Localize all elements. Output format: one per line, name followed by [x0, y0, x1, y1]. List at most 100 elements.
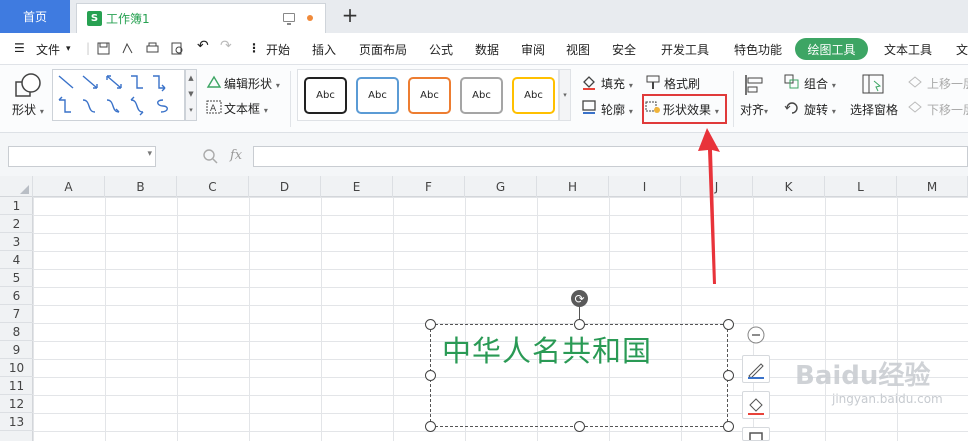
row-header[interactable]: 2	[0, 215, 33, 233]
row-header[interactable]: 10	[0, 359, 33, 377]
row-header[interactable]: 7	[0, 305, 33, 323]
float-outline-button[interactable]	[742, 355, 770, 383]
float-fill-button[interactable]	[742, 391, 770, 419]
new-tab-plus-icon[interactable]: +	[340, 5, 360, 25]
menu-page-layout[interactable]: 页面布局	[359, 41, 407, 58]
menu-home[interactable]: 开始	[266, 41, 290, 58]
undo-icon[interactable]: ↶	[197, 38, 209, 54]
export-icon[interactable]	[121, 42, 134, 55]
rotate-button[interactable]: 旋转 ▾	[804, 101, 836, 118]
column-header[interactable]: B	[105, 176, 177, 197]
resize-handle-bottom-right[interactable]	[723, 421, 734, 432]
column-header[interactable]: I	[609, 176, 681, 197]
row-header[interactable]: 9	[0, 341, 33, 359]
shape-style-1[interactable]: Abc	[304, 77, 347, 114]
column-header[interactable]: M	[897, 176, 968, 197]
shape-style-4[interactable]: Abc	[460, 77, 503, 114]
resize-handle-right[interactable]	[723, 370, 734, 381]
row-header[interactable]: 1	[0, 197, 33, 215]
menu-security[interactable]: 安全	[612, 41, 636, 58]
tab-workbook[interactable]: S 工作簿1	[76, 3, 326, 33]
monitor-icon[interactable]	[283, 13, 295, 25]
menu-insert[interactable]: 插入	[312, 41, 336, 58]
menu-data[interactable]: 数据	[475, 41, 499, 58]
resize-handle-top-right[interactable]	[723, 319, 734, 330]
shapes-gallery[interactable]	[52, 69, 185, 121]
name-box[interactable]: ▾	[8, 146, 156, 167]
row-header[interactable]: 12	[0, 395, 33, 413]
formula-input[interactable]	[253, 146, 968, 167]
tab-drawing-tool[interactable]: 绘图工具	[795, 38, 868, 60]
print-icon[interactable]	[146, 42, 159, 55]
menu-developer[interactable]: 开发工具	[661, 41, 709, 58]
row-header[interactable]: 4	[0, 251, 33, 269]
row-header[interactable]: 6	[0, 287, 33, 305]
menu-review[interactable]: 审阅	[521, 41, 545, 58]
shapes-gallery-scrollbar[interactable]: ▲ ▼ ▾	[185, 69, 197, 121]
fill-button[interactable]: 填充 ▾	[601, 75, 633, 92]
row-header[interactable]: 3	[0, 233, 33, 251]
resize-handle-bottom-left[interactable]	[425, 421, 436, 432]
edit-shape-button[interactable]: 编辑形状 ▾	[224, 75, 280, 92]
outline-button[interactable]: 轮廓 ▾	[601, 101, 633, 118]
shape-button-label[interactable]: 形状 ▾	[12, 101, 44, 118]
resize-handle-top[interactable]	[574, 319, 585, 330]
text-box-content[interactable]: 中华人名共和国	[442, 328, 652, 370]
rotate-handle-icon[interactable]: ⟳	[571, 290, 588, 307]
fx-label[interactable]: fx	[230, 148, 242, 163]
row-header[interactable]: 5	[0, 269, 33, 287]
collapse-minus-icon[interactable]	[747, 326, 765, 344]
menu-file[interactable]: 文件	[36, 41, 60, 58]
shape-style-5[interactable]: Abc	[512, 77, 555, 114]
column-header[interactable]: K	[753, 176, 825, 197]
tab-more[interactable]: 文	[956, 41, 968, 58]
print-preview-icon[interactable]	[171, 42, 184, 55]
save-icon[interactable]	[97, 42, 110, 55]
row-header[interactable]: 13	[0, 413, 33, 431]
svg-text:A: A	[210, 104, 217, 114]
column-header[interactable]: G	[465, 176, 537, 197]
column-header[interactable]: F	[393, 176, 465, 197]
more-dots-icon[interactable]: ⋮	[248, 41, 260, 55]
resize-handle-bottom[interactable]	[574, 421, 585, 432]
column-header[interactable]: C	[177, 176, 249, 197]
tab-text-tool[interactable]: 文本工具	[884, 41, 932, 58]
align-button[interactable]: 对齐▾	[740, 101, 768, 118]
send-backward-button[interactable]: 下移一层	[927, 101, 968, 118]
row-header[interactable]: 8	[0, 323, 33, 341]
resize-handle-top-left[interactable]	[425, 319, 436, 330]
file-chevron-down-icon[interactable]: ▾	[66, 44, 71, 54]
column-header[interactable]: D	[249, 176, 321, 197]
menu-special-features[interactable]: 特色功能	[734, 41, 782, 58]
selection-pane-button[interactable]: 选择窗格	[850, 101, 898, 118]
menu-formula[interactable]: 公式	[429, 41, 453, 58]
float-more-button[interactable]	[742, 427, 770, 442]
menu-view[interactable]: 视图	[566, 41, 590, 58]
shape-icon[interactable]	[14, 72, 42, 100]
hamburger-menu-icon[interactable]: ☰	[14, 41, 25, 55]
select-all-corner[interactable]	[0, 176, 33, 197]
gallery-expand-icon[interactable]: ▾	[560, 70, 570, 120]
bring-forward-button[interactable]: 上移一层	[927, 75, 968, 92]
shape-style-2[interactable]: Abc	[356, 77, 399, 114]
column-header[interactable]: H	[537, 176, 609, 197]
column-header[interactable]: E	[321, 176, 393, 197]
zoom-icon[interactable]	[202, 148, 218, 164]
resize-handle-left[interactable]	[425, 370, 436, 381]
name-box-chevron-down-icon[interactable]: ▾	[147, 149, 152, 159]
row-header[interactable]: 11	[0, 377, 33, 395]
format-painter-button[interactable]: 格式刷	[664, 75, 700, 92]
group-button[interactable]: 组合 ▾	[804, 75, 836, 92]
connector-shapes-icon[interactable]	[53, 70, 184, 120]
redo-icon[interactable]: ↷	[220, 38, 232, 54]
style-gallery-scrollbar[interactable]: ▾	[559, 69, 571, 121]
column-header[interactable]: L	[825, 176, 897, 197]
scroll-down-icon[interactable]: ▼	[186, 86, 196, 102]
text-box-button[interactable]: 文本框 ▾	[224, 100, 268, 117]
shape-style-3[interactable]: Abc	[408, 77, 451, 114]
column-header[interactable]: A	[33, 176, 105, 197]
gallery-expand-icon[interactable]: ▾	[186, 102, 196, 118]
red-arrow-annotation	[698, 128, 720, 284]
scroll-up-icon[interactable]: ▲	[186, 70, 196, 86]
tab-home[interactable]: 首页	[0, 0, 70, 33]
